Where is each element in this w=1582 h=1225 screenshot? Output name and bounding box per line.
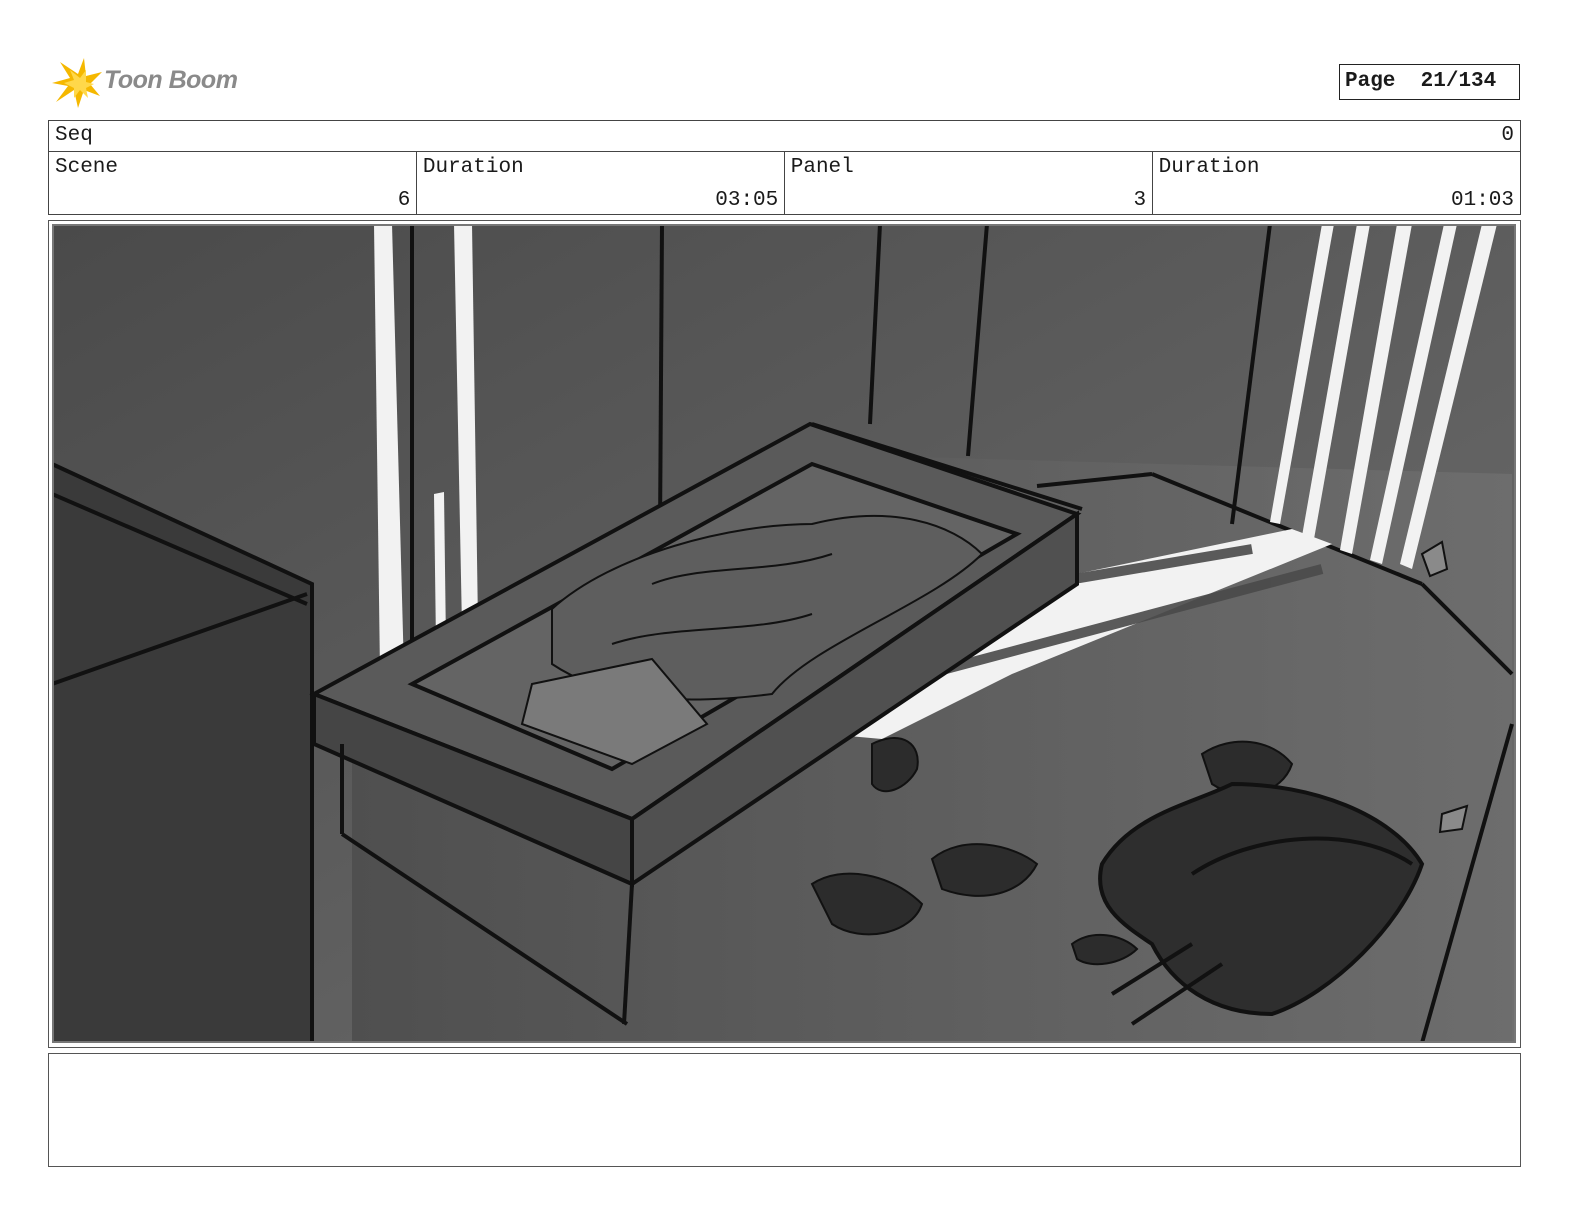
storyboard-info-table: Seq 0 Scene 6 Duration 03:05 Panel 3 Dur… xyxy=(48,120,1521,215)
seq-row: Seq 0 xyxy=(48,120,1521,152)
scene-cell: Scene 6 xyxy=(48,151,418,215)
toon-boom-logo: Toon Boom xyxy=(50,56,250,110)
page-value: 21/134 xyxy=(1420,70,1497,93)
scene-duration-label: Duration xyxy=(422,156,524,179)
scene-duration-cell: Duration 03:05 xyxy=(415,151,786,215)
scene-duration-value: 03:05 xyxy=(715,189,779,212)
toon-boom-star-icon xyxy=(52,58,102,108)
panel-duration-value: 01:03 xyxy=(1450,189,1514,212)
panel-label: Panel xyxy=(790,156,854,179)
page-counter: Page 21/134 xyxy=(1339,64,1520,100)
scene-label: Scene xyxy=(55,156,119,179)
panel-duration-cell: Duration 01:03 xyxy=(1151,151,1521,215)
seq-label: Seq xyxy=(55,124,93,147)
logo-text: Toon Boom xyxy=(104,66,238,94)
storyboard-panel xyxy=(48,220,1521,1048)
page-label: Page xyxy=(1345,70,1396,93)
scene-value: 6 xyxy=(397,189,411,212)
panel-sketch-image xyxy=(52,224,1516,1043)
panel-duration-label: Duration xyxy=(1158,156,1260,179)
seq-value: 0 xyxy=(1501,124,1514,147)
info-cells: Scene 6 Duration 03:05 Panel 3 Duration … xyxy=(48,151,1521,215)
panel-cell: Panel 3 xyxy=(783,151,1154,215)
panel-notes xyxy=(48,1053,1521,1167)
panel-value: 3 xyxy=(1133,189,1147,212)
